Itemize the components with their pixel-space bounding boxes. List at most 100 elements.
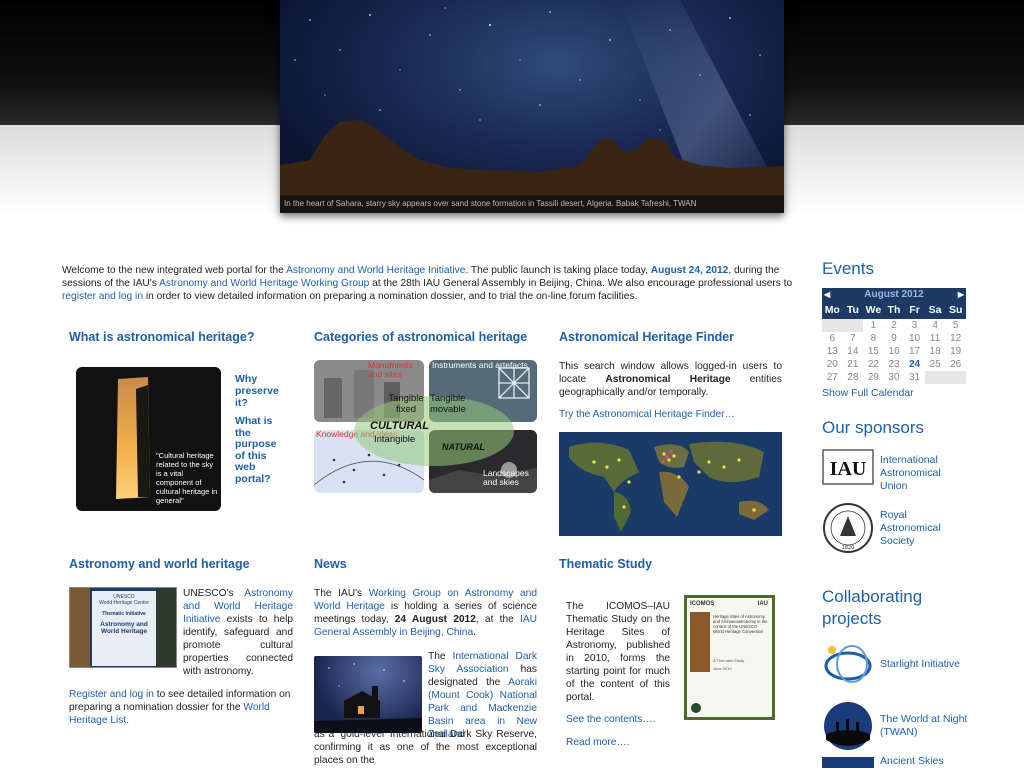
cover-stripe-left	[70, 588, 90, 667]
read-more-link[interactable]: Read more….	[566, 737, 629, 748]
finder-map[interactable]	[559, 432, 782, 536]
calendar-day[interactable]: 23	[884, 358, 905, 371]
project-starlight[interactable]: Starlight Initiative	[822, 638, 960, 690]
unesco-cover[interactable]: UNESCO World Heritage Centre Thematic In…	[69, 587, 177, 668]
calendar-day[interactable]: 7	[843, 332, 864, 345]
prev-month-icon[interactable]: ◀	[824, 288, 830, 301]
sponsor-ras[interactable]: 1820 Royal Astronomical Society	[822, 502, 950, 554]
see-contents-link[interactable]: See the contents….	[566, 714, 655, 725]
calendar-day[interactable]: 9	[884, 332, 905, 345]
calendar-days: 1 2 3 4 5 6 7 8 9 10 11 12 13 14 15 16 17 18 19 20 21 22 23 24 2…	[822, 319, 966, 384]
calendar-day[interactable]: 6	[822, 332, 843, 345]
landscapes-label: Landscapes and skies	[483, 468, 529, 487]
thematic-text: The ICOMOS–IAU Thematic Study on the Her…	[566, 601, 670, 703]
calendar-weekday: Su	[945, 301, 966, 319]
calendar-day[interactable]: 21	[843, 358, 864, 371]
calendar-day[interactable]: 24	[904, 358, 925, 371]
news-text: .	[473, 627, 476, 638]
categories-diagram[interactable]: Monuments and sites Instruments and arte…	[314, 360, 537, 493]
hero-night-sky-photo	[280, 0, 784, 213]
calendar-week: 20 21 22 23 24 25 26	[822, 358, 966, 371]
tangible-movable-label: Tangible movable	[430, 393, 466, 415]
news-item-2-cont: as a ‘gold-level’ International Dark Sky…	[314, 728, 537, 767]
hero-caption: In the heart of Sahara, starry sky appea…	[280, 195, 784, 213]
calendar-day[interactable]: 2	[884, 319, 905, 332]
ras-logo: 1820	[822, 502, 874, 554]
heritage-image[interactable]: "Cultural heritage related to the sky is…	[76, 367, 221, 511]
world-heritage-heading: Astronomy and world heritage	[69, 557, 250, 571]
initiative-link[interactable]: Astronomy and World Heritage Initiative	[286, 265, 465, 276]
purpose-link[interactable]: What is the purpose of this web portal?	[235, 415, 285, 485]
monuments-label: Monuments and sites	[368, 360, 413, 379]
finder-heading: Astronomical Heritage Finder	[559, 330, 735, 344]
iau-name: International Astronomical Union	[880, 453, 941, 492]
sponsor-iau[interactable]: IAU International Astronomical Union	[822, 447, 950, 499]
categories-heading: Categories of astronomical heritage	[314, 330, 528, 344]
cover-title: Heritage Sites of Astronomy and Archaeoa…	[713, 614, 768, 634]
calendar-day[interactable]: 27	[822, 371, 843, 384]
news-church-photo[interactable]	[314, 656, 422, 733]
calendar-day[interactable]: 29	[863, 371, 884, 384]
church-icon	[314, 663, 422, 733]
twan-globe-icon	[824, 702, 872, 750]
project-ancient-skies[interactable]: Ancient Skies	[822, 755, 944, 768]
calendar-weekday: Sa	[924, 301, 946, 319]
calendar-empty-cell	[945, 371, 966, 384]
cover-line: Thematic Initiative	[102, 611, 146, 617]
iau-logo: IAU	[822, 447, 874, 499]
calendar-weekday: Fr	[904, 301, 925, 319]
project-twan[interactable]: The World at Night (TWAN)	[822, 700, 975, 752]
world-heritage-text: UNESCO's Astronomy and World Heritage In…	[183, 587, 293, 678]
calendar-day[interactable]: 8	[863, 332, 884, 345]
calendar-day[interactable]: 15	[863, 345, 884, 358]
news-date: 24 August 2012	[394, 614, 476, 625]
news-heading: News	[314, 557, 347, 571]
calendar-day[interactable]: 20	[822, 358, 843, 371]
wh-text: UNESCO's	[183, 588, 245, 599]
full-calendar-link[interactable]: Show Full Calendar	[822, 387, 914, 399]
news-text: The	[428, 651, 453, 662]
calendar-day[interactable]: 17	[904, 345, 925, 358]
instruments-label: Instruments and artefacts	[432, 360, 528, 370]
calendar-day[interactable]: 31	[904, 371, 925, 384]
calendar-day[interactable]: 19	[945, 345, 966, 358]
calendar-day[interactable]: 13	[822, 345, 843, 358]
calendar-day[interactable]: 14	[843, 345, 864, 358]
calendar-day[interactable]: 30	[884, 371, 905, 384]
why-preserve-link[interactable]: Why preserve it?	[235, 373, 285, 409]
wh-text: .	[126, 715, 130, 726]
calendar-day[interactable]: 12	[945, 332, 966, 345]
calendar-day[interactable]: 18	[925, 345, 946, 358]
calendar-day[interactable]: 4	[925, 319, 946, 332]
calendar-day[interactable]: 5	[945, 319, 966, 332]
register-link[interactable]: Register and log in	[69, 689, 154, 700]
next-month-icon[interactable]: ▶	[958, 288, 964, 301]
calendar-day[interactable]: 1	[863, 319, 884, 332]
calendar-day[interactable]: 11	[925, 332, 946, 345]
intro-text: . The public launch is taking place toda…	[465, 265, 651, 276]
news-text: as a ‘gold-level’ International Dark Sky…	[314, 729, 537, 766]
cover-brand: ICOMOS	[690, 601, 715, 607]
calendar-day[interactable]: 26	[945, 358, 966, 371]
twan-logo	[822, 700, 874, 752]
calendar-day[interactable]: 16	[884, 345, 905, 358]
projects-heading: Collaborating projects	[822, 587, 923, 628]
cover-line: Astronomy and World Heritage	[100, 621, 148, 635]
intro-text: at the 28th IAU General Assembly in Beij…	[369, 278, 793, 289]
register-login-link[interactable]: register and log in	[62, 291, 143, 302]
calendar-empty-cell	[822, 319, 843, 332]
calendar-day[interactable]: 22	[863, 358, 884, 371]
events-heading: Events	[822, 259, 874, 278]
calendar-weekdays: Mo Tu We Th Fr Sa Su	[822, 301, 966, 319]
cover-line: World Heritage Centre	[99, 600, 149, 606]
calendar-day[interactable]: 3	[904, 319, 925, 332]
calendar-day[interactable]: 28	[843, 371, 864, 384]
world-map-icon	[559, 432, 782, 536]
finder-link[interactable]: Try the Astronomical Heritage Finder…	[559, 409, 735, 420]
working-group-link[interactable]: Astronomy and World Heritage Working Gro…	[159, 278, 369, 289]
icomos-cover[interactable]: ICOMOS IAU Heritage Sites of Astronomy a…	[684, 595, 775, 720]
calendar-day[interactable]: 25	[925, 358, 946, 371]
calendar-day[interactable]: 10	[904, 332, 925, 345]
calendar-week: 13 14 15 16 17 18 19	[822, 345, 966, 358]
ras-seal-year: 1820	[842, 545, 855, 551]
